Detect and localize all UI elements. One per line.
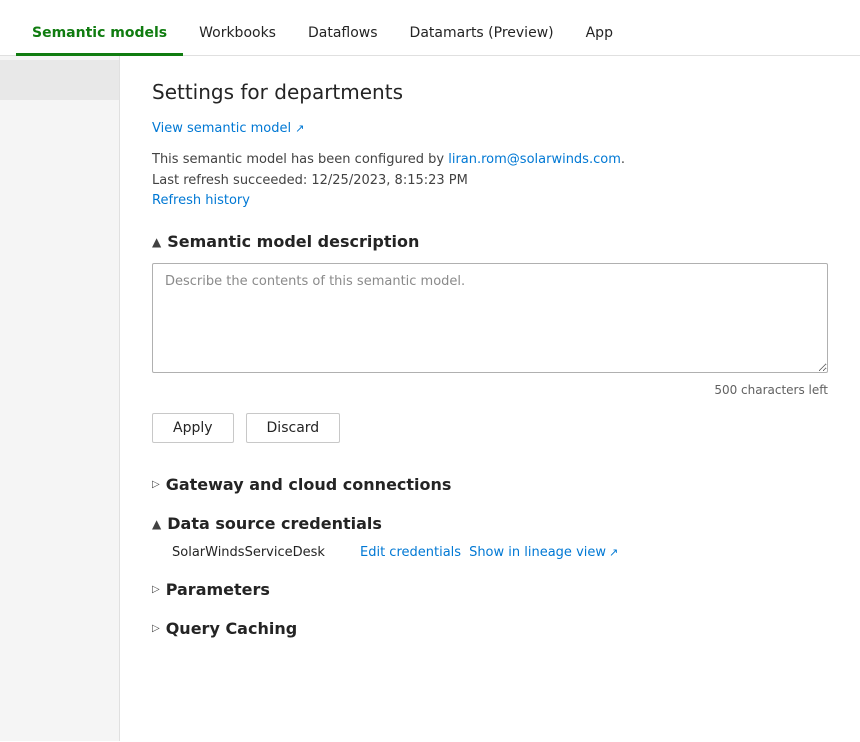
- credentials-section-header[interactable]: ▲ Data source credentials: [152, 514, 828, 533]
- view-semantic-model-link[interactable]: View semantic model ↗: [152, 121, 304, 136]
- show-lineage-link[interactable]: Show in lineage view ↗: [469, 545, 618, 560]
- credentials-section-title: Data source credentials: [167, 514, 382, 533]
- configured-by-text: This semantic model has been configured …: [152, 152, 828, 167]
- credentials-toggle-icon: ▲: [152, 517, 161, 531]
- description-textarea-container: [152, 263, 828, 377]
- description-textarea[interactable]: [152, 263, 828, 373]
- query-caching-section[interactable]: ▷ Query Caching: [152, 619, 828, 638]
- description-button-group: Apply Discard: [152, 413, 828, 443]
- credentials-row: SolarWindsServiceDesk Edit credentials S…: [152, 545, 828, 560]
- parameters-section-title: Parameters: [166, 580, 270, 599]
- sidebar: [0, 56, 120, 741]
- refresh-history-link[interactable]: Refresh history: [152, 193, 250, 208]
- parameters-section[interactable]: ▷ Parameters: [152, 580, 828, 599]
- description-section-header[interactable]: ▲ Semantic model description: [152, 232, 828, 251]
- gateway-toggle-icon: ▷: [152, 479, 160, 490]
- sidebar-item-1: [0, 60, 119, 100]
- gateway-section[interactable]: ▷ Gateway and cloud connections: [152, 475, 828, 494]
- tab-dataflows[interactable]: Dataflows: [292, 25, 394, 56]
- query-caching-toggle-icon: ▷: [152, 623, 160, 634]
- tab-app[interactable]: App: [570, 25, 629, 56]
- description-section: ▲ Semantic model description 500 charact…: [152, 232, 828, 443]
- configured-by-suffix: .: [621, 152, 625, 167]
- parameters-toggle-icon: ▷: [152, 584, 160, 595]
- show-lineage-label: Show in lineage view: [469, 545, 606, 560]
- external-link-icon: ↗: [295, 122, 304, 135]
- content-area: Settings for departments View semantic m…: [120, 56, 860, 741]
- view-model-label: View semantic model: [152, 121, 291, 136]
- query-caching-section-title: Query Caching: [166, 619, 297, 638]
- apply-button[interactable]: Apply: [152, 413, 234, 443]
- top-navigation: Semantic models Workbooks Dataflows Data…: [0, 0, 860, 56]
- credentials-name: SolarWindsServiceDesk: [172, 545, 352, 560]
- main-layout: Settings for departments View semantic m…: [0, 56, 860, 741]
- discard-button[interactable]: Discard: [246, 413, 341, 443]
- page-title: Settings for departments: [152, 80, 828, 104]
- gateway-section-title: Gateway and cloud connections: [166, 475, 452, 494]
- credentials-section: ▲ Data source credentials SolarWindsServ…: [152, 514, 828, 560]
- tab-workbooks[interactable]: Workbooks: [183, 25, 292, 56]
- configured-by-email[interactable]: liran.rom@solarwinds.com: [448, 152, 621, 167]
- configured-by-prefix: This semantic model has been configured …: [152, 152, 448, 167]
- description-section-title: Semantic model description: [167, 232, 419, 251]
- tab-semantic-models[interactable]: Semantic models: [16, 25, 183, 56]
- edit-credentials-link[interactable]: Edit credentials: [360, 545, 461, 560]
- tab-datamarts[interactable]: Datamarts (Preview): [394, 25, 570, 56]
- char-count: 500 characters left: [152, 383, 828, 397]
- description-toggle-icon: ▲: [152, 235, 161, 249]
- refresh-status: Last refresh succeeded: 12/25/2023, 8:15…: [152, 173, 828, 188]
- lineage-external-icon: ↗: [609, 546, 618, 559]
